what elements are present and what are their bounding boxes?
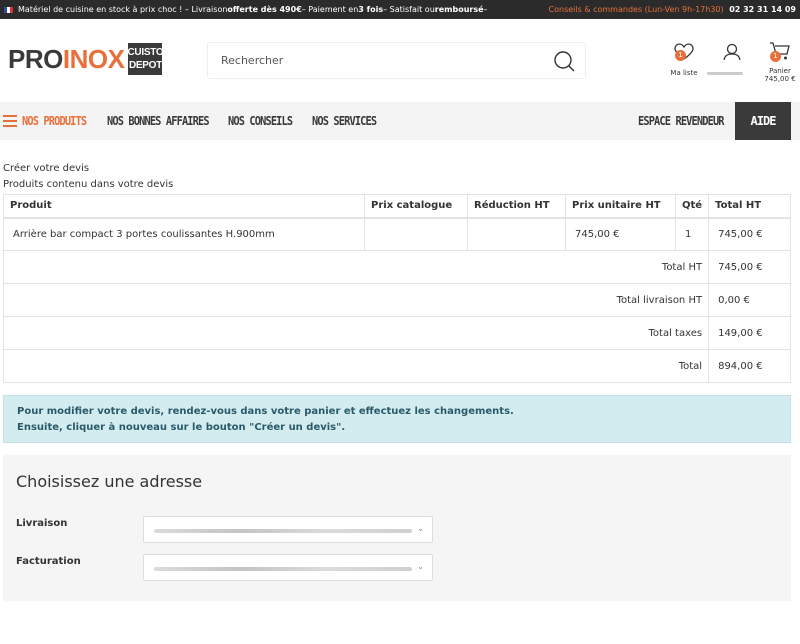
grand-total-label: Total (2, 349, 710, 383)
address-section: Choisissez une adresse Livraison ⌄ Factu… (3, 455, 791, 601)
taxes-value: 149,00 € (708, 316, 791, 350)
free-shipping-text: offerte dès 490€ (227, 5, 302, 14)
shipping-label: Total livraison HT (2, 283, 710, 317)
installments-text: 3 fois (358, 5, 384, 14)
phone-number[interactable]: 02 32 31 14 09 (729, 5, 796, 14)
billing-address-select[interactable]: ⌄ (143, 554, 433, 581)
billing-label: Facturation (16, 556, 81, 567)
menu-burger-icon[interactable] (3, 115, 17, 127)
nav-help-label: AIDE (750, 114, 777, 128)
logo-inox: INOX (62, 43, 125, 74)
totals-row: Total taxes 149,00 € (2, 316, 791, 350)
cart-link[interactable]: 1 Panier 745,00 € (762, 41, 798, 83)
account-link[interactable] (721, 43, 743, 63)
site-logo[interactable]: PRO INOX CUISTO DEPOT (8, 43, 164, 75)
totals-row: Total HT 745,00 € (2, 250, 791, 284)
unit-price: 745,00 € (565, 217, 676, 251)
site-header: PRO INOX CUISTO DEPOT Rechercher 1 Ma lis… (0, 19, 800, 102)
logo-badge: CUISTO DEPOT (127, 43, 164, 75)
nav-item-help[interactable]: AIDE (735, 102, 791, 140)
announcement-part: – Paiement en (301, 5, 359, 14)
search-input[interactable]: Rechercher (207, 42, 586, 79)
french-flag-icon (4, 6, 13, 13)
info-notice: Pour modifier votre devis, rendez-vous d… (3, 395, 791, 443)
total-ht-value: 745,00 € (708, 250, 791, 284)
nav-item-services[interactable]: NOS SERVICES (312, 114, 377, 128)
col-header-product: Produit (3, 194, 365, 219)
wishlist-count-badge: 1 (675, 50, 686, 61)
table-row: Arrière bar compact 3 portes coulissante… (3, 217, 791, 251)
main-nav: NOS PRODUITS NOS BONNES AFFAIRES NOS CON… (0, 102, 800, 140)
logo-badge-line1: CUISTO (127, 47, 164, 58)
wishlist-link[interactable]: 1 Ma liste (668, 43, 700, 77)
contact-info: Conseils & commandes (Lun-Ven 9h-17h30) … (549, 5, 796, 14)
notice-line2: Ensuite, cliquer à nouveau sur le bouton… (17, 422, 346, 433)
totals-row: Total 894,00 € (2, 349, 791, 383)
row-total: 745,00 € (708, 217, 791, 251)
notice-line1: Pour modifier votre devis, rendez-vous d… (17, 406, 514, 417)
announcement-part: – (483, 5, 488, 14)
account-name-blurred (707, 72, 743, 75)
nav-item-deals[interactable]: NOS BONNES AFFAIRES (107, 114, 210, 128)
announcement-part: Matériel de cuisine en stock à prix choc… (18, 5, 228, 14)
contact-hours: Conseils & commandes (Lun-Ven 9h-17h30) (548, 5, 724, 14)
col-header-qty: Qté (674, 194, 710, 219)
page-subtitle: Produits contenu dans votre devis (3, 179, 174, 190)
chevron-down-icon: ⌄ (417, 562, 424, 571)
refund-text: remboursé (434, 5, 484, 14)
totals-row: Total livraison HT 0,00 € (2, 283, 791, 317)
delivery-label: Livraison (16, 518, 68, 529)
col-header-catalog-price: Prix catalogue (364, 194, 468, 219)
top-announcement-bar: Matériel de cuisine en stock à prix choc… (0, 0, 800, 19)
quote-table: Produit Prix catalogue Réduction HT Prix… (2, 194, 791, 383)
logo-pro: PRO (8, 43, 63, 74)
total-ht-label: Total HT (2, 250, 710, 284)
delivery-address-select[interactable]: ⌄ (143, 516, 433, 543)
cart-count-badge: 1 (770, 51, 781, 62)
grand-total-value: 894,00 € (708, 349, 791, 383)
product-name: Arrière bar compact 3 portes coulissante… (3, 217, 365, 251)
billing-address-blurred (154, 567, 412, 571)
delivery-address-blurred (154, 529, 412, 533)
page-title: Créer votre devis (3, 163, 90, 174)
quantity: 1 (674, 217, 710, 251)
shipping-value: 0,00 € (708, 283, 791, 317)
cart-label: Panier (769, 67, 791, 75)
table-header-row: Produit Prix catalogue Réduction HT Prix… (3, 194, 791, 219)
cart-total: 745,00 € (764, 75, 796, 83)
search-icon[interactable] (553, 50, 575, 75)
announcement-text: Matériel de cuisine en stock à prix choc… (4, 5, 488, 14)
announcement-part: – Satisfait ou (383, 5, 435, 14)
wishlist-label: Ma liste (670, 69, 698, 77)
col-header-total: Total HT (708, 194, 791, 219)
col-header-discount: Réduction HT (467, 194, 566, 219)
user-icon (723, 43, 741, 61)
nav-item-advice[interactable]: NOS CONSEILS (228, 114, 293, 128)
search-placeholder: Rechercher (221, 54, 284, 67)
logo-badge-line2: DEPOT (128, 60, 162, 71)
discount (467, 217, 566, 251)
taxes-label: Total taxes (2, 316, 710, 350)
address-title: Choisissez une adresse (16, 472, 203, 491)
catalog-price (364, 217, 468, 251)
nav-item-products[interactable]: NOS PRODUITS (22, 114, 87, 128)
chevron-down-icon: ⌄ (417, 524, 424, 533)
nav-item-reseller[interactable]: ESPACE REVENDEUR (638, 114, 725, 128)
col-header-unit-price: Prix unitaire HT (565, 194, 676, 219)
